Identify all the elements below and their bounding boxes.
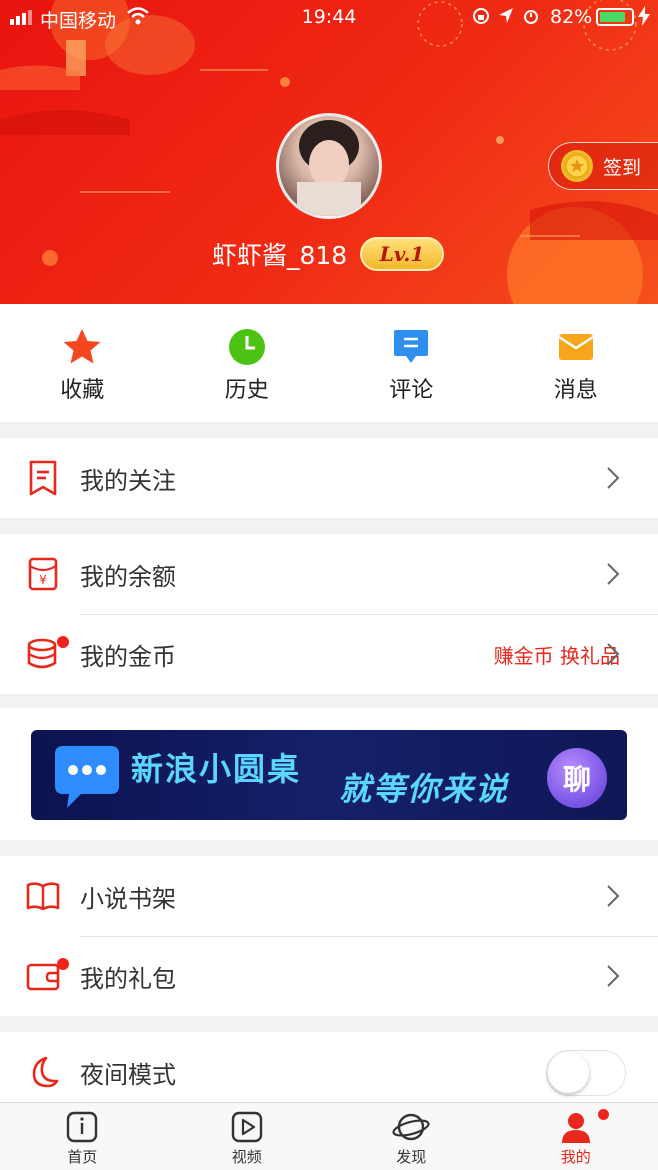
profile-header: 中国移动 19:44 82% 虾虾酱_818 Lv.1 签到	[0, 0, 658, 304]
alarm-icon	[524, 10, 538, 24]
quick-action-label: 收藏	[60, 378, 105, 403]
mail-icon	[558, 334, 594, 360]
planet-icon	[392, 1113, 430, 1141]
promo-banner-section: 新浪小圆桌 就等你来说 聊	[0, 708, 658, 840]
menu-item-bookshelf[interactable]: 小说书架	[0, 856, 658, 936]
night-mode-toggle[interactable]	[546, 1050, 626, 1096]
battery-percentage: 82%	[550, 6, 593, 28]
status-bar: 中国移动 19:44 82%	[0, 0, 658, 34]
wallet-yuan-icon: ¥	[28, 557, 58, 591]
tab-label: 我的	[560, 1148, 591, 1166]
earn-coins-link[interactable]: 赚金币 换礼品	[494, 640, 620, 669]
chat-bubble-icon	[55, 746, 119, 808]
play-icon	[231, 1111, 262, 1143]
wallet-icon	[26, 963, 60, 991]
tab-discover[interactable]: 发现	[329, 1103, 494, 1170]
menu-item-balance[interactable]: ¥ 我的余额	[0, 534, 658, 614]
menu-group-reading: 小说书架 我的礼包	[0, 856, 658, 1016]
moon-icon	[32, 1056, 59, 1088]
menu-item-night-mode: 夜间模式	[0, 1032, 658, 1112]
coins-stack-icon	[27, 638, 57, 669]
quick-action-messages[interactable]: 消息	[494, 304, 658, 422]
chevron-right-icon	[607, 885, 620, 907]
promo-banner[interactable]: 新浪小圆桌 就等你来说 聊	[31, 730, 627, 820]
menu-group-settings: 夜间模式	[0, 1032, 658, 1112]
tab-home[interactable]: 首页	[0, 1103, 165, 1170]
tab-label: 发现	[396, 1148, 427, 1166]
coin-icon	[561, 150, 593, 182]
level-badge[interactable]: Lv.1	[360, 237, 444, 271]
tab-label: 首页	[67, 1148, 98, 1166]
banner-title: 新浪小圆桌	[131, 750, 302, 788]
banner-chat-badge: 聊	[547, 748, 607, 808]
banner-slogan: 就等你来说	[339, 770, 510, 808]
signin-label: 签到	[603, 156, 642, 179]
signin-button[interactable]: 签到	[548, 142, 658, 190]
menu-item-label: 小说书架	[80, 884, 176, 913]
tab-video[interactable]: 视频	[165, 1103, 330, 1170]
battery-icon	[596, 8, 634, 26]
menu-item-gifts[interactable]: 我的礼包	[0, 936, 658, 1016]
quick-action-favorites[interactable]: 收藏	[0, 304, 165, 422]
quick-action-label: 历史	[224, 378, 269, 403]
charging-bolt-icon	[638, 6, 650, 26]
quick-action-label: 评论	[389, 378, 434, 403]
chevron-right-icon	[607, 467, 620, 489]
svg-text:¥: ¥	[39, 573, 47, 587]
avatar-photo	[297, 120, 361, 216]
menu-item-label: 我的金币	[80, 642, 176, 671]
tab-profile[interactable]: 我的	[494, 1103, 658, 1170]
menu-item-label: 夜间模式	[80, 1060, 176, 1089]
chevron-right-icon	[607, 965, 620, 987]
quick-action-comments[interactable]: 评论	[329, 304, 494, 422]
notification-dot	[57, 958, 69, 970]
home-icon	[67, 1111, 98, 1143]
notification-dot	[57, 636, 69, 648]
menu-item-follow[interactable]: 我的关注	[0, 438, 658, 518]
orientation-lock-icon	[473, 8, 489, 24]
avatar[interactable]	[276, 113, 382, 219]
star-icon	[63, 329, 101, 364]
bottom-tab-bar: 首页 视频 发现 我的	[0, 1102, 658, 1170]
quick-action-history[interactable]: 历史	[165, 304, 330, 422]
clock-icon	[228, 329, 265, 365]
menu-item-label: 我的关注	[80, 466, 176, 495]
toggle-knob	[548, 1052, 589, 1093]
quick-actions: 收藏 历史 评论 消息	[0, 304, 658, 422]
menu-group-follow: 我的关注	[0, 438, 658, 518]
menu-item-coins[interactable]: 我的金币 赚金币 换礼品	[0, 614, 658, 694]
location-icon	[499, 8, 513, 23]
chevron-right-icon	[607, 643, 620, 665]
profile-icon	[561, 1113, 590, 1143]
chevron-right-icon	[607, 563, 620, 585]
comment-icon	[394, 330, 429, 363]
menu-item-label: 我的余额	[80, 562, 176, 591]
username[interactable]: 虾虾酱_818	[212, 236, 347, 272]
notification-dot	[597, 1109, 609, 1120]
tab-label: 视频	[231, 1148, 262, 1166]
menu-group-wallet: ¥ 我的余额 我的金币 赚金币 换礼品	[0, 534, 658, 694]
quick-action-label: 消息	[553, 378, 598, 403]
menu-item-label: 我的礼包	[80, 964, 176, 993]
bookmark-list-icon	[29, 460, 57, 496]
open-book-icon	[26, 882, 60, 911]
